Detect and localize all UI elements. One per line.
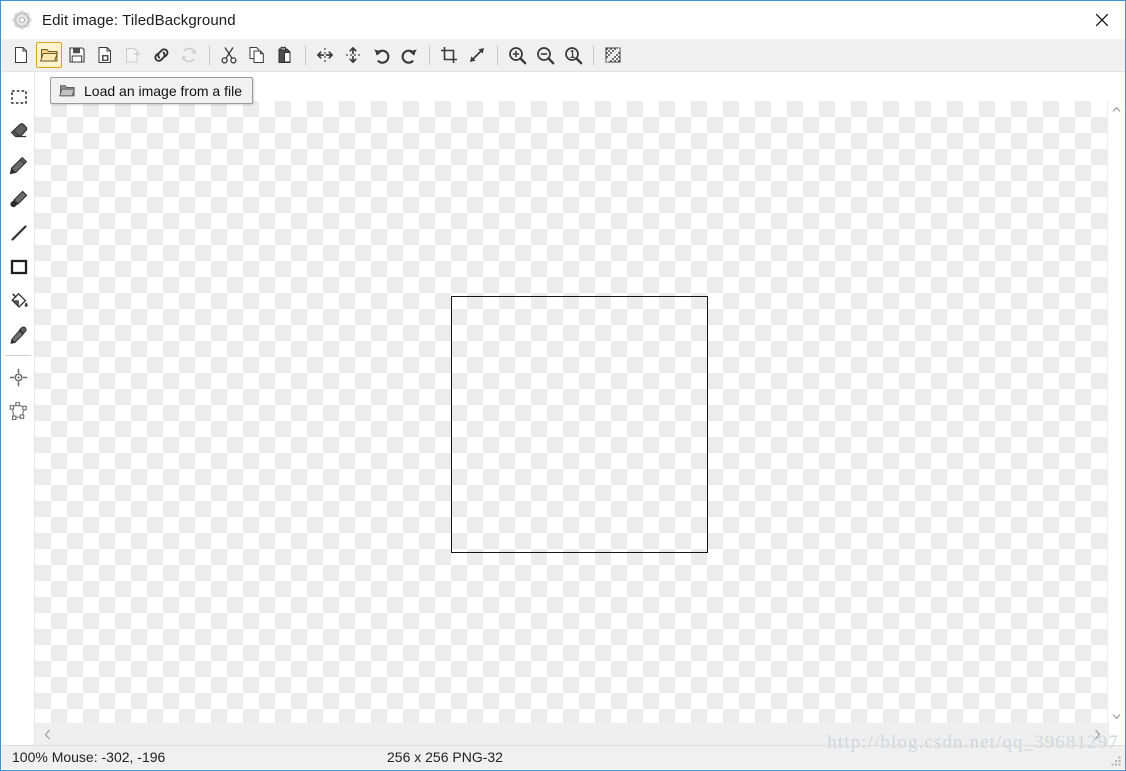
save-button[interactable]	[64, 42, 90, 68]
chevron-down-icon	[1112, 714, 1121, 720]
save-as-button[interactable]	[92, 42, 118, 68]
zoom-actual-button[interactable]	[560, 42, 586, 68]
status-bar: 100% Mouse: -302, -196 256 x 256 PNG-32	[2, 745, 1125, 769]
gear-icon	[12, 10, 32, 30]
image-canvas[interactable]	[35, 101, 1109, 725]
scroll-left-button[interactable]	[37, 723, 57, 745]
link-button[interactable]	[148, 42, 174, 68]
tool-palette	[2, 72, 35, 748]
toolbar-tooltip: Load an image from a file	[50, 77, 253, 104]
chevron-right-icon	[1094, 729, 1100, 739]
window-title: Edit image: TiledBackground	[42, 11, 236, 29]
transparency-toggle-button[interactable]	[600, 42, 626, 68]
undo-button[interactable]	[368, 42, 394, 68]
resize-button[interactable]	[464, 42, 490, 68]
toolbar-separator	[209, 45, 210, 65]
main-toolbar	[2, 39, 1125, 72]
scroll-down-button[interactable]	[1108, 708, 1125, 725]
copy-button[interactable]	[244, 42, 270, 68]
flip-vertical-button[interactable]	[340, 42, 366, 68]
tool-brush[interactable]	[2, 182, 35, 216]
title-bar: Edit image: TiledBackground	[1, 1, 1125, 39]
reload-button[interactable]	[176, 42, 202, 68]
scroll-up-button[interactable]	[1108, 101, 1125, 118]
toolbar-separator	[429, 45, 430, 65]
tool-polygon[interactable]	[2, 394, 35, 428]
tooltip-label: Load an image from a file	[84, 82, 242, 99]
new-file-button[interactable]	[8, 42, 34, 68]
open-file-button[interactable]	[36, 42, 62, 68]
flip-horizontal-button[interactable]	[312, 42, 338, 68]
toolbar-separator	[497, 45, 498, 65]
close-button[interactable]	[1079, 1, 1125, 38]
tool-select-rectangle[interactable]	[2, 80, 35, 114]
vertical-scroll-track[interactable]	[1108, 118, 1125, 708]
image-bounds-rect	[451, 296, 708, 553]
toolbar-separator	[593, 45, 594, 65]
redo-button[interactable]	[396, 42, 422, 68]
scroll-right-button[interactable]	[1087, 723, 1107, 745]
resize-grip-icon[interactable]	[1110, 754, 1122, 766]
crop-button[interactable]	[436, 42, 462, 68]
zoom-in-button[interactable]	[504, 42, 530, 68]
paste-button[interactable]	[272, 42, 298, 68]
chevron-left-icon	[44, 729, 50, 739]
tool-eraser[interactable]	[2, 114, 35, 148]
export-button[interactable]	[120, 42, 146, 68]
chevron-up-icon	[1112, 106, 1121, 112]
tool-rectangle[interactable]	[2, 250, 35, 284]
tool-paint-bucket[interactable]	[2, 284, 35, 318]
edit-image-window: Edit image: TiledBackground 100% Mouse: …	[0, 0, 1126, 771]
status-zoom-and-mouse: 100% Mouse: -302, -196	[12, 749, 166, 765]
tool-color-picker[interactable]	[2, 318, 35, 352]
status-image-info: 256 x 256 PNG-32	[387, 749, 503, 765]
tool-pencil[interactable]	[2, 148, 35, 182]
cut-button[interactable]	[216, 42, 242, 68]
zoom-out-button[interactable]	[532, 42, 558, 68]
toolbar-separator	[305, 45, 306, 65]
tool-line[interactable]	[2, 216, 35, 250]
tool-separator	[5, 355, 31, 356]
vertical-scrollbar[interactable]	[1107, 101, 1125, 725]
horizontal-scrollbar[interactable]	[35, 723, 1109, 745]
tool-pivot[interactable]	[2, 360, 35, 394]
open-folder-icon	[59, 83, 76, 98]
